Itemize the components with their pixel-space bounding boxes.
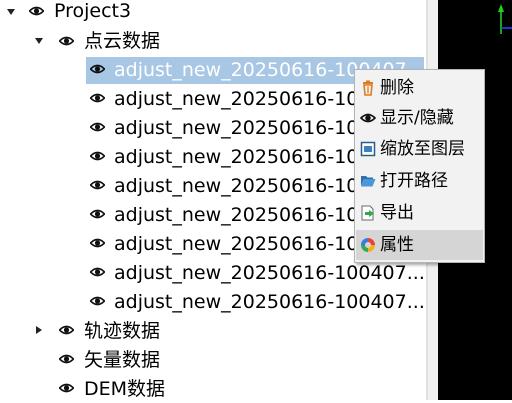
layer-label: adjust_new_20250616-100407...: [114, 291, 425, 313]
visibility-eye-icon[interactable]: [90, 267, 105, 277]
visibility-eye-icon[interactable]: [90, 122, 105, 132]
trash-icon: [363, 80, 373, 96]
folder-open-icon: [361, 176, 376, 187]
tree-row-project[interactable]: Project3: [0, 0, 426, 29]
visibility-eye-icon[interactable]: [90, 296, 105, 306]
group-label: 点云数据: [84, 30, 161, 52]
visibility-eye-icon[interactable]: [90, 151, 105, 161]
menu-item-zoom-to-layer[interactable]: 缩放至图层: [356, 134, 483, 164]
menu-item-label: 缩放至图层: [380, 139, 465, 159]
menu-item-show-hide[interactable]: 显示/隐藏: [356, 103, 483, 133]
visibility-eye-icon[interactable]: [90, 238, 105, 248]
menu-item-label: 删除: [380, 78, 414, 98]
collapse-arrow-icon[interactable]: [36, 326, 42, 334]
properties-icon: [361, 238, 375, 252]
visibility-eye-icon[interactable]: [59, 325, 74, 335]
expand-arrow-icon[interactable]: [35, 38, 43, 44]
menu-item-label: 导出: [380, 203, 414, 223]
visibility-eye-icon[interactable]: [59, 354, 74, 364]
visibility-eye-icon[interactable]: [90, 180, 105, 190]
menu-item-properties[interactable]: 属性: [356, 230, 483, 260]
menu-item-delete[interactable]: 删除: [356, 73, 483, 103]
menu-item-label: 打开路径: [380, 171, 448, 191]
tree-row-group-trajectory[interactable]: 轨迹数据: [0, 316, 426, 345]
layer-label: adjust_new_20250616-100407...: [114, 262, 425, 284]
group-label: DEM数据: [84, 378, 166, 400]
project-label: Project3: [54, 0, 132, 22]
menu-item-open-path[interactable]: 打开路径: [356, 166, 483, 196]
visibility-eye-icon[interactable]: [90, 209, 105, 219]
menu-item-label: 属性: [380, 235, 414, 255]
zoom-to-layer-icon: [360, 141, 376, 157]
visibility-eye-icon[interactable]: [90, 93, 105, 103]
tree-row-layer[interactable]: adjust_new_20250616-100407...: [0, 287, 426, 316]
tree-row-group-vector[interactable]: 矢量数据: [0, 345, 426, 374]
expand-arrow-icon[interactable]: [7, 9, 15, 15]
tree-row-group-dem[interactable]: DEM数据: [0, 374, 426, 403]
visibility-eye-icon[interactable]: [59, 36, 74, 46]
visibility-eye-icon[interactable]: [90, 64, 105, 74]
axis-gizmo-icon: [498, 4, 512, 34]
visibility-eye-icon[interactable]: [59, 383, 74, 393]
group-label: 矢量数据: [84, 349, 161, 371]
eye-icon: [360, 113, 376, 123]
context-menu: 删除 显示/隐藏 缩放至图层 打开路径 导出 属性: [354, 69, 485, 263]
visibility-eye-icon[interactable]: [29, 6, 44, 16]
menu-item-label: 显示/隐藏: [380, 108, 454, 128]
menu-item-export[interactable]: 导出: [356, 198, 483, 228]
tree-row-group-pointcloud[interactable]: 点云数据: [0, 28, 426, 57]
export-icon: [361, 205, 374, 221]
group-label: 轨迹数据: [84, 320, 161, 342]
